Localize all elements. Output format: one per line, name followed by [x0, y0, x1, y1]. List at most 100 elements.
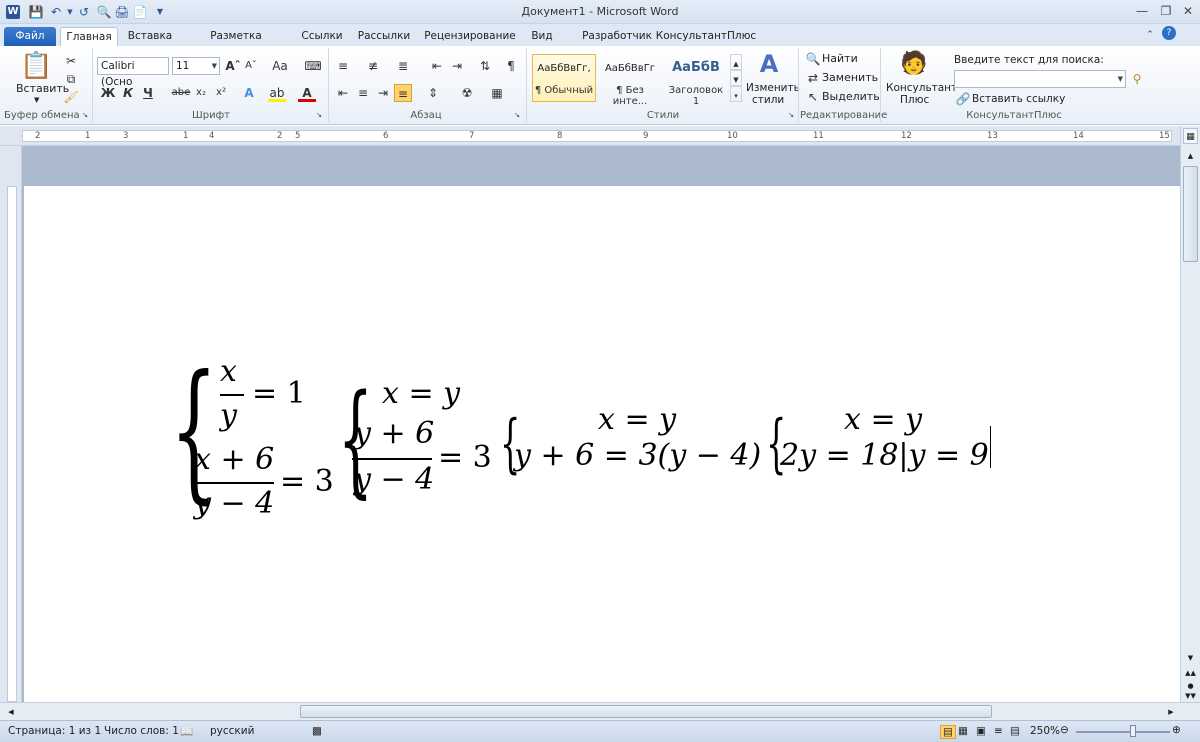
multilevel-list-icon[interactable]: ≣: [394, 57, 412, 75]
tab-view[interactable]: Вид: [526, 27, 558, 46]
styles-scroll-down-icon[interactable]: ▼: [730, 70, 742, 86]
align-left-icon[interactable]: ⇤: [334, 84, 352, 102]
zoom-level[interactable]: 250%: [1030, 725, 1060, 737]
highlight-icon[interactable]: ab: [268, 84, 286, 102]
select-icon[interactable]: ↖: [804, 88, 822, 106]
font-name-select[interactable]: Calibri (Осно: [97, 57, 169, 88]
line-spacing-icon[interactable]: ⇕: [424, 84, 442, 102]
horizontal-scrollbar[interactable]: ◀ ▶: [0, 702, 1200, 720]
grow-font-icon[interactable]: Aˆ: [224, 57, 242, 75]
horizontal-scroll-thumb[interactable]: [300, 705, 992, 718]
font-launcher-icon[interactable]: ↘: [314, 110, 324, 120]
scroll-up-icon[interactable]: ▲: [1183, 148, 1198, 164]
tab-file[interactable]: Файл: [4, 27, 56, 46]
select-button[interactable]: Выделить: [822, 90, 880, 103]
page-count[interactable]: Страница: 1 из 1: [8, 725, 101, 737]
cut-icon[interactable]: ✂: [62, 52, 80, 70]
align-right-icon[interactable]: ⇥: [374, 84, 392, 102]
style-no-spacing[interactable]: АаБбВвГг ¶ Без инте...: [598, 54, 662, 107]
scroll-left-icon[interactable]: ◀: [4, 705, 18, 719]
document-page[interactable]: { x y = 1 x + 6 y − 4 = 3 { x = y y + 6 …: [24, 186, 1180, 702]
close-button[interactable]: ✕: [1178, 2, 1198, 20]
copy-icon[interactable]: ⧉: [62, 70, 80, 88]
macro-record-icon[interactable]: ▩: [312, 725, 322, 737]
consultant-button[interactable]: Консультант: [886, 82, 957, 94]
search-icon[interactable]: ⚲: [1128, 70, 1146, 88]
styles-scroll-up-icon[interactable]: ▲: [730, 54, 742, 70]
clipboard-launcher-icon[interactable]: ↘: [80, 110, 90, 120]
italic-button[interactable]: К: [119, 84, 137, 102]
decrease-indent-icon[interactable]: ⇤: [428, 57, 446, 75]
tab-home[interactable]: Главная: [60, 27, 118, 46]
vertical-scrollbar[interactable]: ▦ ▲ ▼ ▲▲ ● ▼▼: [1180, 126, 1200, 702]
borders-icon[interactable]: ▦: [488, 84, 506, 102]
find-button[interactable]: Найти: [822, 52, 858, 65]
tab-mailings[interactable]: Рассылки: [354, 27, 414, 46]
consultant-avatar-icon[interactable]: 🧑: [900, 50, 928, 78]
tab-references[interactable]: Ссылки: [296, 27, 348, 46]
tab-developer[interactable]: Разработчик: [580, 27, 654, 46]
style-heading-1[interactable]: АаБбВ Заголовок 1: [664, 54, 728, 107]
replace-icon[interactable]: ⇄: [804, 69, 822, 87]
zoom-in-icon[interactable]: ⊕: [1172, 724, 1181, 736]
change-styles-icon[interactable]: A: [756, 50, 782, 78]
change-case-icon[interactable]: Aa: [268, 57, 292, 75]
show-formatting-icon[interactable]: ¶: [502, 57, 520, 75]
minimize-button[interactable]: —: [1132, 2, 1152, 20]
strikethrough-button[interactable]: abe: [170, 84, 192, 102]
scroll-down-icon[interactable]: ▼: [1183, 650, 1198, 666]
full-screen-reading-icon[interactable]: ▦: [958, 725, 968, 737]
insert-link-button[interactable]: Вставить ссылку: [972, 93, 1065, 105]
scroll-right-icon[interactable]: ▶: [1164, 705, 1178, 719]
format-painter-icon[interactable]: 🖌: [62, 88, 80, 106]
print-layout-icon[interactable]: ▤: [940, 725, 956, 739]
bold-button[interactable]: Ж: [99, 84, 117, 102]
text-effects-icon[interactable]: A: [240, 84, 258, 102]
styles-launcher-icon[interactable]: ↘: [786, 110, 796, 120]
tab-page-layout[interactable]: Разметка страницы: [184, 27, 288, 61]
tab-insert[interactable]: Вставка: [122, 27, 178, 46]
sort-icon[interactable]: ⇅: [476, 57, 494, 75]
style-normal[interactable]: АаБбВвГг, ¶ Обычный: [532, 54, 596, 102]
justify-icon[interactable]: ≡: [394, 84, 412, 102]
consultant-search-input[interactable]: ▼: [954, 70, 1126, 88]
outline-icon[interactable]: ≡: [994, 725, 1003, 737]
numbering-icon[interactable]: ≢: [364, 57, 382, 75]
maximize-button[interactable]: ❐: [1156, 2, 1176, 20]
font-size-select[interactable]: 11 ▼: [172, 57, 220, 75]
scroll-thumb[interactable]: [1183, 166, 1198, 262]
clear-formatting-icon[interactable]: ⌨: [304, 57, 322, 75]
word-count[interactable]: Число слов: 1: [104, 725, 179, 737]
bullets-icon[interactable]: ≡: [334, 57, 352, 75]
zoom-slider-thumb[interactable]: [1130, 725, 1136, 737]
change-styles-button[interactable]: Изменить: [746, 82, 800, 94]
replace-button[interactable]: Заменить: [822, 71, 878, 84]
horizontal-ruler[interactable]: 2 1 1 2 3 4 5 6 7 8 9 10 11 12 13 14 15: [0, 126, 1200, 146]
paste-dropdown-icon[interactable]: ▼: [34, 96, 39, 104]
tab-review[interactable]: Рецензирование: [422, 27, 518, 46]
subscript-icon[interactable]: x₂: [192, 84, 210, 102]
minimize-ribbon-icon[interactable]: ⌃: [1140, 26, 1160, 44]
find-icon[interactable]: 🔍: [804, 50, 822, 68]
shrink-font-icon[interactable]: Aˇ: [242, 57, 260, 75]
align-center-icon[interactable]: ≡: [354, 84, 372, 102]
zoom-out-icon[interactable]: ⊖: [1060, 724, 1069, 736]
next-page-icon[interactable]: ▼▼: [1183, 690, 1198, 702]
web-layout-icon[interactable]: ▣: [976, 725, 986, 737]
document-area[interactable]: { x y = 1 x + 6 y − 4 = 3 { x = y y + 6 …: [22, 146, 1180, 702]
ruler-toggle-icon[interactable]: ▦: [1183, 128, 1198, 144]
font-color-icon[interactable]: A: [298, 84, 316, 102]
underline-button[interactable]: Ч: [139, 84, 157, 102]
zoom-slider[interactable]: [1076, 731, 1170, 733]
previous-page-icon[interactable]: ▲▲: [1183, 666, 1198, 680]
vertical-ruler[interactable]: [0, 146, 22, 702]
paste-icon[interactable]: 📋: [20, 50, 52, 82]
tab-consultant[interactable]: КонсультантПлюс: [654, 27, 758, 46]
language[interactable]: русский: [210, 725, 254, 737]
insert-link-icon[interactable]: 🔗: [954, 90, 972, 108]
help-icon[interactable]: ?: [1162, 26, 1176, 40]
shading-icon[interactable]: ☢: [458, 84, 476, 102]
draft-icon[interactable]: ▤: [1010, 725, 1020, 737]
proofing-icon[interactable]: 📖: [180, 725, 193, 738]
increase-indent-icon[interactable]: ⇥: [448, 57, 466, 75]
